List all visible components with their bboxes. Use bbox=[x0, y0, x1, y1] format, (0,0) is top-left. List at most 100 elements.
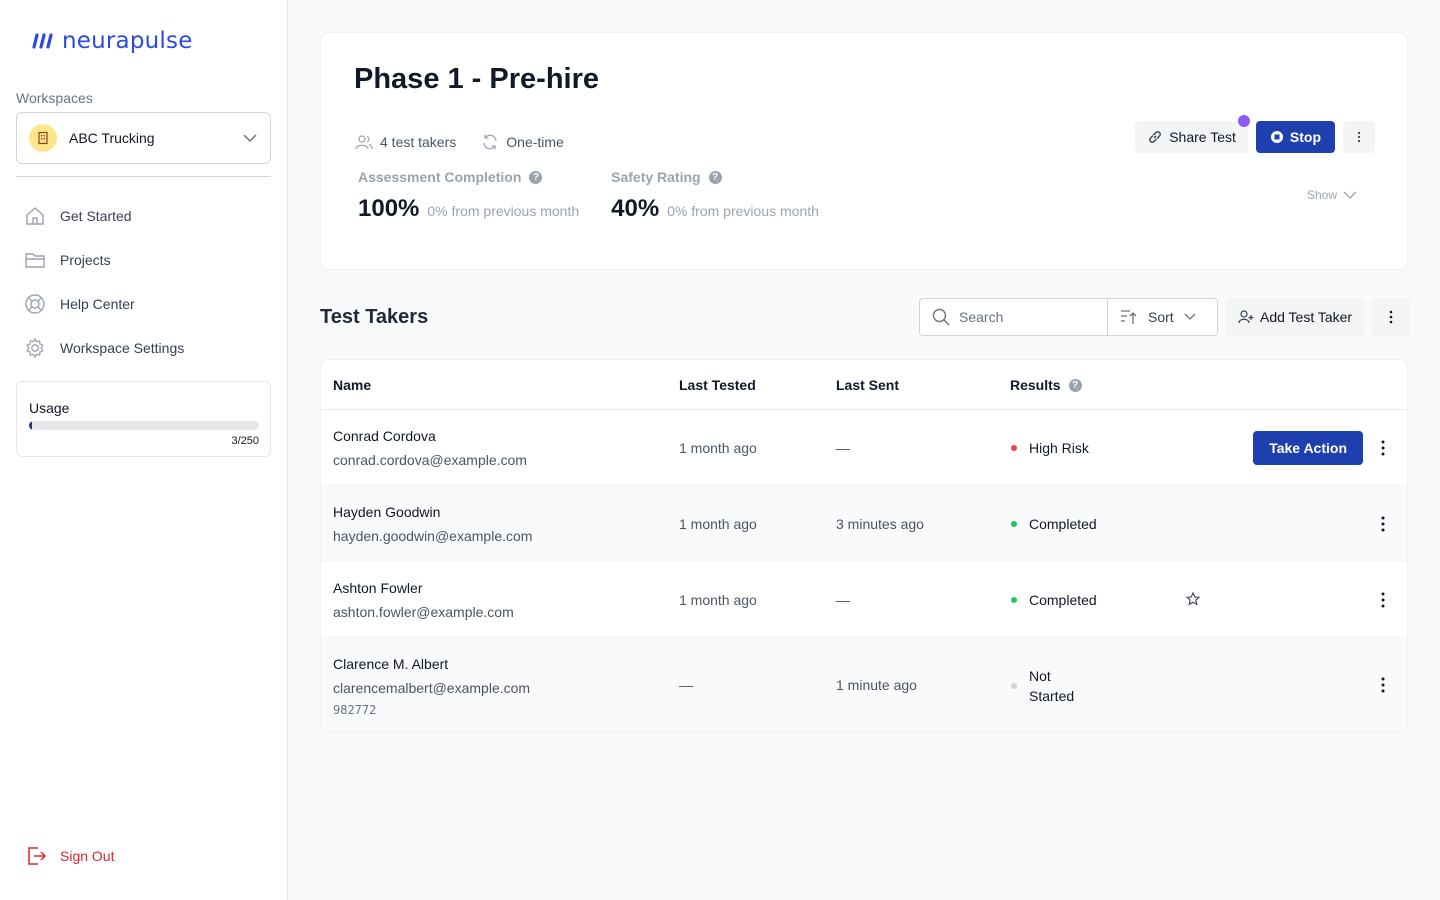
sort-icon bbox=[1121, 310, 1137, 324]
stop-icon bbox=[1270, 131, 1283, 143]
stat-value: 100% bbox=[358, 195, 420, 222]
table-row[interactable]: Hayden Goodwin hayden.goodwin@example.co… bbox=[321, 486, 1407, 562]
share-test-label: Share Test bbox=[1169, 129, 1236, 145]
status-dot bbox=[1011, 597, 1017, 603]
page-title: Phase 1 - Pre-hire bbox=[354, 63, 599, 95]
help-icon[interactable]: ? bbox=[1068, 378, 1082, 392]
project-summary-card: Phase 1 - Pre-hire 4 test takers One-tim… bbox=[320, 32, 1408, 270]
sidebar-nav: Get Started Projects Help Center Workspa… bbox=[24, 194, 274, 370]
sidebar-divider bbox=[16, 176, 271, 177]
add-test-taker-button[interactable]: Add Test Taker bbox=[1226, 298, 1365, 336]
table-row[interactable]: Conrad Cordova conrad.cordova@example.co… bbox=[321, 410, 1407, 486]
kebab-icon bbox=[1389, 310, 1393, 324]
chevron-down-icon bbox=[243, 134, 257, 143]
sign-out-button[interactable]: Sign Out bbox=[26, 845, 114, 867]
last-sent: — bbox=[836, 592, 850, 608]
workspaces-label: Workspaces bbox=[16, 90, 93, 106]
table-row[interactable]: Clarence M. Albert clarencemalbert@examp… bbox=[321, 638, 1407, 732]
taker-name: Hayden Goodwin bbox=[333, 504, 441, 520]
row-menu-button[interactable] bbox=[1375, 675, 1391, 695]
link-icon bbox=[1149, 131, 1162, 143]
table-header: Name Last Tested Last Sent Results ? bbox=[321, 360, 1407, 410]
last-tested: 1 month ago bbox=[679, 592, 757, 608]
workspace-name: ABC Trucking bbox=[69, 130, 155, 146]
row-menu-button[interactable] bbox=[1375, 514, 1391, 534]
table-row[interactable]: Ashton Fowler ashton.fowler@example.com … bbox=[321, 562, 1407, 638]
taker-email: clarencemalbert@example.com bbox=[333, 680, 531, 696]
stat-change: 0% from previous month bbox=[667, 203, 819, 219]
result-status: Completed bbox=[1011, 592, 1097, 608]
help-icon[interactable]: ? bbox=[529, 170, 543, 184]
column-header-last-sent[interactable]: Last Sent bbox=[836, 377, 899, 393]
take-action-button[interactable]: Take Action bbox=[1253, 431, 1363, 465]
add-user-icon bbox=[1238, 310, 1254, 324]
stat-label-text: Safety Rating bbox=[611, 169, 701, 185]
nav-item-help-center[interactable]: Help Center bbox=[24, 282, 274, 326]
row-menu-button[interactable] bbox=[1375, 590, 1391, 610]
taker-id: 982772 bbox=[333, 703, 377, 717]
last-tested: 1 month ago bbox=[679, 516, 757, 532]
test-takers-text: 4 test takers bbox=[380, 134, 457, 150]
search-icon bbox=[932, 308, 950, 326]
nav-item-workspace-settings[interactable]: Workspace Settings bbox=[24, 326, 274, 370]
result-label: High Risk bbox=[1029, 440, 1089, 456]
logo-mark-icon bbox=[32, 33, 53, 49]
column-header-results[interactable]: Results ? bbox=[1010, 377, 1082, 393]
last-sent: — bbox=[836, 440, 850, 456]
stop-label: Stop bbox=[1289, 129, 1321, 145]
status-dot bbox=[1011, 521, 1017, 527]
stat-label: Safety Rating ? bbox=[611, 169, 819, 185]
stat-assessment-completion: Assessment Completion ? 100% 0% from pre… bbox=[358, 169, 579, 223]
help-icon[interactable]: ? bbox=[708, 170, 722, 184]
test-takers-table: Name Last Tested Last Sent Results ? Con… bbox=[320, 359, 1408, 733]
status-dot bbox=[1011, 445, 1017, 451]
result-status: High Risk bbox=[1011, 440, 1089, 456]
test-takers-toolbar: Search Sort Add Test Taker bbox=[919, 298, 1411, 336]
star-icon[interactable] bbox=[1185, 591, 1201, 609]
frequency-text: One-time bbox=[506, 134, 564, 150]
taker-name: Ashton Fowler bbox=[333, 580, 423, 596]
section-title: Test Takers bbox=[320, 306, 429, 328]
taker-email: ashton.fowler@example.com bbox=[333, 604, 514, 620]
sign-out-icon bbox=[28, 847, 47, 865]
result-label: Completed bbox=[1029, 592, 1097, 608]
kebab-icon bbox=[1381, 592, 1385, 608]
taker-name: Conrad Cordova bbox=[333, 428, 436, 444]
refresh-icon bbox=[483, 134, 497, 150]
gear-icon bbox=[24, 337, 46, 359]
project-actions: Share Test Stop bbox=[1135, 115, 1375, 153]
usage-progress-fill bbox=[29, 421, 32, 430]
sort-dropdown[interactable]: Sort bbox=[1107, 298, 1218, 336]
column-header-name[interactable]: Name bbox=[333, 377, 371, 393]
search-input[interactable]: Search bbox=[919, 298, 1107, 336]
row-menu-button[interactable] bbox=[1375, 438, 1391, 458]
show-label: Show bbox=[1306, 188, 1337, 202]
nav-item-projects[interactable]: Projects bbox=[24, 238, 274, 282]
sort-label: Sort bbox=[1148, 309, 1174, 325]
nav-item-get-started[interactable]: Get Started bbox=[24, 194, 274, 238]
column-header-last-tested[interactable]: Last Tested bbox=[679, 377, 756, 393]
stat-change: 0% from previous month bbox=[427, 203, 580, 219]
test-takers-count: 4 test takers bbox=[355, 134, 456, 150]
more-options-button[interactable] bbox=[1372, 298, 1411, 336]
result-status: Not Started bbox=[1011, 666, 1074, 706]
usage-title: Usage bbox=[29, 400, 70, 416]
add-test-taker-label: Add Test Taker bbox=[1260, 309, 1353, 325]
column-header-results-label: Results bbox=[1010, 377, 1061, 393]
result-label: Not Started bbox=[1029, 666, 1074, 706]
last-tested: — bbox=[679, 677, 693, 693]
workspace-select[interactable]: ABC Trucking bbox=[16, 112, 271, 164]
brand-name: neurapulse bbox=[62, 28, 193, 54]
notification-dot bbox=[1237, 115, 1250, 127]
kebab-icon bbox=[1381, 440, 1385, 456]
more-options-button[interactable] bbox=[1343, 121, 1375, 153]
usage-count: 3/250 bbox=[231, 435, 259, 447]
show-toggle[interactable]: Show bbox=[1307, 188, 1357, 202]
stop-button[interactable]: Stop bbox=[1255, 121, 1335, 153]
brand-logo[interactable]: neurapulse bbox=[30, 28, 193, 54]
stat-row: 40% 0% from previous month bbox=[611, 195, 819, 223]
nav-label: Help Center bbox=[60, 296, 135, 312]
share-test-button[interactable]: Share Test bbox=[1135, 115, 1250, 153]
result-label-line1: Not bbox=[1029, 668, 1051, 684]
frequency: One-time bbox=[481, 133, 564, 151]
